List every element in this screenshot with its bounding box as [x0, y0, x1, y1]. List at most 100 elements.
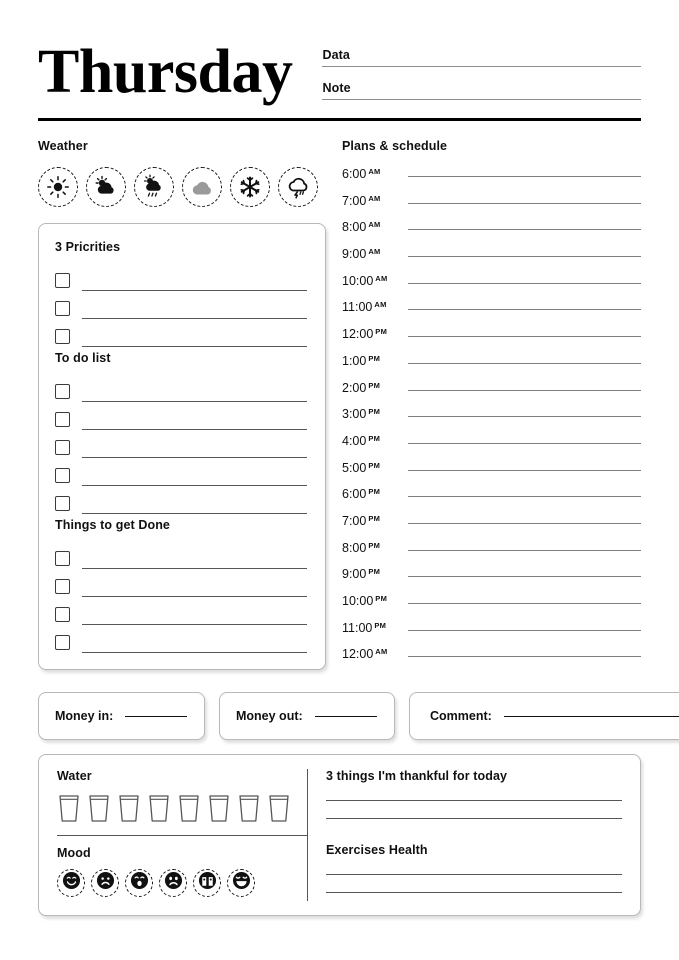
note-field[interactable]: Note	[322, 81, 641, 100]
task-input-line[interactable]	[82, 346, 307, 347]
schedule-row[interactable]: 7:00 PM	[342, 514, 641, 541]
schedule-input-line[interactable]	[408, 656, 641, 658]
schedule-row[interactable]: 10:00 PM	[342, 594, 641, 621]
schedule-input-line[interactable]	[408, 629, 641, 631]
checkbox[interactable]	[55, 468, 70, 483]
task-input-line[interactable]	[82, 318, 307, 319]
schedule-row[interactable]: 5:00 PM	[342, 461, 641, 488]
write-line[interactable]	[326, 874, 622, 876]
weather-option-storm[interactable]	[278, 167, 318, 207]
mood-option-laughing[interactable]	[227, 869, 255, 898]
schedule-input-line[interactable]	[408, 496, 641, 498]
write-line[interactable]	[326, 800, 622, 802]
priority-row[interactable]	[55, 263, 307, 291]
task-input-line[interactable]	[82, 290, 307, 291]
task-input-line[interactable]	[82, 568, 307, 569]
schedule-input-line[interactable]	[408, 576, 641, 578]
mood-option-crying[interactable]	[193, 869, 221, 898]
things-done-row[interactable]	[55, 597, 307, 625]
schedule-row[interactable]: 12:00 PM	[342, 327, 641, 354]
things-done-row[interactable]	[55, 625, 307, 653]
schedule-row[interactable]: 6:00 PM	[342, 487, 641, 514]
checkbox[interactable]	[55, 273, 70, 288]
schedule-input-line[interactable]	[408, 389, 641, 391]
schedule-row[interactable]: 1:00 PM	[342, 354, 641, 381]
write-line[interactable]	[326, 818, 622, 820]
things-done-row[interactable]	[55, 569, 307, 597]
date-field-rule[interactable]	[322, 66, 641, 67]
checkbox[interactable]	[55, 301, 70, 316]
schedule-row[interactable]: 7:00 AM	[342, 194, 641, 221]
schedule-row[interactable]: 9:00 AM	[342, 247, 641, 274]
water-glass-icon[interactable]	[237, 792, 261, 824]
schedule-row[interactable]: 3:00 PM	[342, 407, 641, 434]
checkbox[interactable]	[55, 496, 70, 511]
todo-row[interactable]	[55, 430, 307, 458]
comment-box[interactable]: Comment:	[409, 692, 679, 741]
schedule-input-line[interactable]	[408, 522, 641, 524]
money-in-input[interactable]	[125, 715, 188, 717]
schedule-input-line[interactable]	[408, 469, 641, 471]
todo-row[interactable]	[55, 402, 307, 430]
task-input-line[interactable]	[82, 457, 307, 458]
todo-row[interactable]	[55, 486, 307, 514]
weather-option-sunny[interactable]	[38, 167, 78, 207]
schedule-input-line[interactable]	[408, 176, 641, 177]
schedule-input-line[interactable]	[408, 416, 641, 418]
checkbox[interactable]	[55, 551, 70, 566]
comment-input[interactable]	[503, 715, 679, 717]
schedule-input-line[interactable]	[408, 256, 641, 258]
schedule-row[interactable]: 11:00 PM	[342, 621, 641, 648]
priority-row[interactable]	[55, 319, 307, 347]
mood-option-frowning[interactable]	[159, 869, 187, 898]
priority-row[interactable]	[55, 291, 307, 319]
water-glass-icon[interactable]	[147, 792, 171, 824]
schedule-input-line[interactable]	[408, 442, 641, 444]
schedule-input-line[interactable]	[408, 229, 641, 231]
task-input-line[interactable]	[82, 429, 307, 430]
task-input-line[interactable]	[82, 485, 307, 486]
schedule-row[interactable]: 11:00 AM	[342, 300, 641, 327]
mood-option-sad[interactable]	[91, 869, 119, 898]
schedule-row[interactable]: 6:00 AM	[342, 167, 641, 194]
mood-option-happy[interactable]	[57, 869, 85, 898]
weather-option-cloudy[interactable]	[182, 167, 222, 207]
checkbox[interactable]	[55, 412, 70, 427]
weather-option-partly-cloudy[interactable]	[86, 167, 126, 207]
schedule-input-line[interactable]	[408, 549, 641, 551]
water-glass-icon[interactable]	[57, 792, 81, 824]
schedule-input-line[interactable]	[408, 202, 641, 204]
task-input-line[interactable]	[82, 401, 307, 402]
money-in-box[interactable]: Money in:	[38, 692, 205, 741]
water-glass-icon[interactable]	[207, 792, 231, 824]
checkbox[interactable]	[55, 384, 70, 399]
task-input-line[interactable]	[82, 513, 307, 514]
checkbox[interactable]	[55, 635, 70, 650]
water-glass-icon[interactable]	[267, 792, 291, 824]
checkbox[interactable]	[55, 329, 70, 344]
task-input-line[interactable]	[82, 624, 307, 625]
schedule-row[interactable]: 2:00 PM	[342, 381, 641, 408]
weather-option-showers[interactable]	[134, 167, 174, 207]
checkbox[interactable]	[55, 579, 70, 594]
write-line[interactable]	[326, 892, 622, 894]
schedule-row[interactable]: 9:00 PM	[342, 567, 641, 594]
schedule-input-line[interactable]	[408, 309, 641, 311]
schedule-input-line[interactable]	[408, 362, 641, 364]
things-done-row[interactable]	[55, 541, 307, 569]
money-out-input[interactable]	[314, 715, 377, 717]
schedule-input-line[interactable]	[408, 282, 641, 284]
money-out-box[interactable]: Money out:	[219, 692, 395, 741]
water-glass-icon[interactable]	[87, 792, 111, 824]
water-glass-icon[interactable]	[117, 792, 141, 824]
water-glass-icon[interactable]	[177, 792, 201, 824]
note-field-rule[interactable]	[322, 99, 641, 100]
schedule-input-line[interactable]	[408, 603, 641, 604]
checkbox[interactable]	[55, 607, 70, 622]
schedule-row[interactable]: 4:00 PM	[342, 434, 641, 461]
schedule-row[interactable]: 12:00 AM	[342, 647, 641, 674]
todo-row[interactable]	[55, 458, 307, 486]
mood-option-surprised[interactable]	[125, 869, 153, 898]
checkbox[interactable]	[55, 440, 70, 455]
task-input-line[interactable]	[82, 596, 307, 597]
